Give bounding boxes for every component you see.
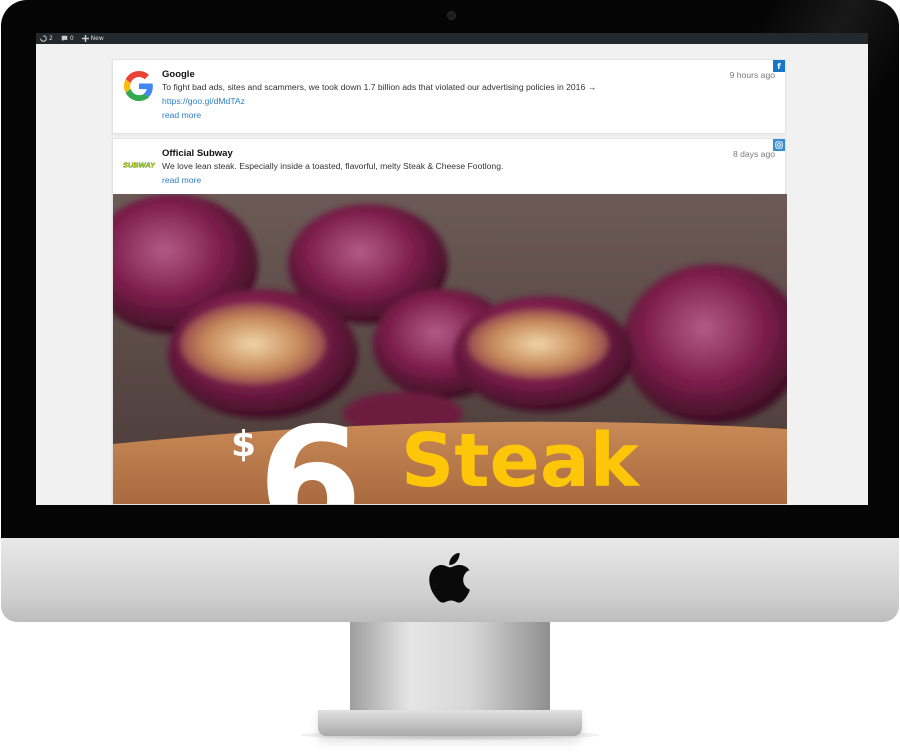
screen: 2 0 New f 9 hours ago Google To fight ba… — [36, 33, 868, 505]
post-author[interactable]: Google — [162, 69, 773, 80]
post-time: 9 hours ago — [729, 70, 775, 80]
google-logo-icon — [124, 71, 153, 101]
monitor-foot — [318, 710, 582, 736]
refresh-icon — [40, 35, 47, 42]
new-label: New — [90, 35, 104, 42]
promo-headline: Steak — [401, 418, 641, 504]
new-item[interactable]: New — [81, 35, 104, 42]
updates-item[interactable]: 2 — [40, 35, 53, 42]
comment-icon — [61, 35, 68, 42]
apple-logo-icon — [429, 552, 470, 603]
avatar[interactable]: SUBWAY — [123, 149, 155, 181]
svg-text:SUBWAY: SUBWAY — [123, 161, 155, 170]
post-time: 8 days ago — [732, 149, 775, 159]
social-feed: f 9 hours ago Google To fight bad ads, s… — [112, 59, 787, 505]
comments-count: 0 — [69, 35, 74, 42]
comments-item[interactable]: 0 — [61, 35, 74, 42]
updates-count: 2 — [49, 35, 53, 42]
read-more-link[interactable]: read more — [162, 109, 773, 122]
plus-icon — [81, 35, 89, 42]
read-more-link[interactable]: read more — [162, 174, 773, 187]
price-symbol: $ — [231, 424, 256, 465]
post-image[interactable]: $ 6 Steak — [113, 194, 787, 504]
steak-promo-image: $ 6 Steak — [113, 194, 787, 504]
admin-bar: 2 0 New — [36, 33, 868, 44]
feed-post: f 9 hours ago Google To fight bad ads, s… — [112, 59, 786, 134]
post-text: To fight bad ads, sites and scammers, we… — [162, 82, 597, 92]
post-link[interactable]: https://goo.gl/dMdTAz — [162, 95, 773, 108]
post-text: We love lean steak. Especially inside a … — [162, 161, 504, 171]
feed-post: 8 days ago SUBWAY Official Subway We lov… — [112, 138, 787, 505]
monitor-stand — [350, 622, 550, 714]
post-author[interactable]: Official Subway — [162, 148, 773, 159]
price-digit: 6 — [258, 396, 362, 504]
avatar[interactable] — [123, 70, 155, 102]
subway-logo-icon: SUBWAY — [123, 160, 155, 170]
camera-icon — [447, 11, 456, 20]
